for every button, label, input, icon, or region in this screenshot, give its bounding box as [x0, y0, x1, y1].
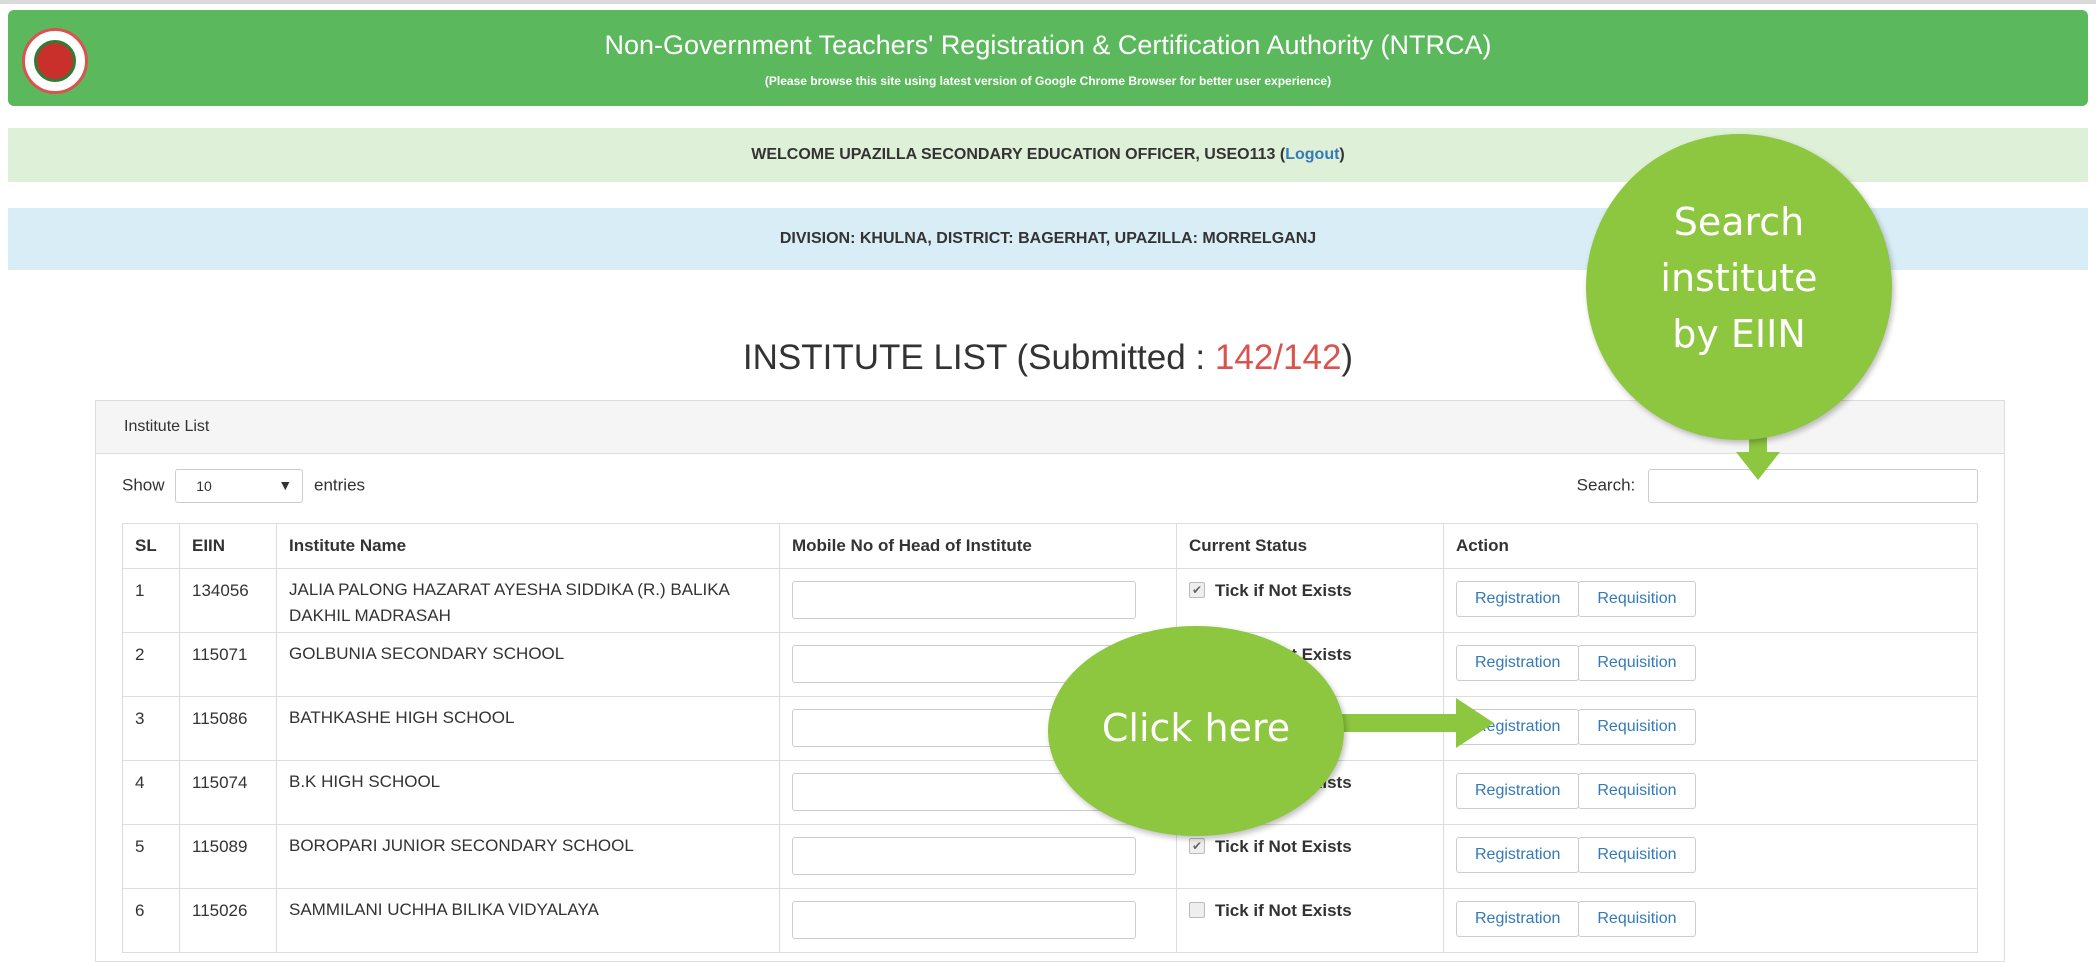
header-title: Non-Government Teachers' Registration & …: [604, 30, 1492, 60]
row-eiin: 115071: [179, 632, 277, 697]
entries-label: entries: [314, 475, 366, 495]
col-sl[interactable]: SL: [122, 523, 180, 569]
not-exists-checkbox[interactable]: ✔: [1189, 581, 1205, 598]
search-callout: Search institute by EIIN: [1586, 134, 1892, 440]
page-title-suffix: ): [1341, 338, 1354, 377]
row-eiin: 115026: [179, 888, 277, 953]
col-action[interactable]: Action: [1443, 523, 1978, 569]
not-exists-checkbox[interactable]: ✔: [1189, 837, 1205, 854]
entries-value: 10: [196, 478, 212, 494]
col-current-status[interactable]: Current Status: [1176, 523, 1444, 569]
row-mobile-cell: [779, 888, 1177, 953]
row-institute-name: GOLBUNIA SECONDARY SCHOOL: [276, 632, 780, 697]
submitted-count: 142/142: [1214, 338, 1342, 377]
registration-button[interactable]: Registration: [1456, 901, 1580, 937]
status-label: Tick if Not Exists: [1215, 581, 1352, 600]
row-eiin: 115074: [179, 760, 277, 825]
row-institute-name: BATHKASHE HIGH SCHOOL: [276, 696, 780, 761]
mobile-input[interactable]: [792, 581, 1136, 619]
row-status-cell: Tick if Not Exists: [1176, 888, 1444, 953]
status-label: Tick if Not Exists: [1215, 901, 1352, 920]
col-institute-name[interactable]: Institute Name: [276, 523, 780, 569]
row-sl: 1: [122, 568, 180, 633]
row-institute-name: SAMMILANI UCHHA BILIKA VIDYALAYA: [276, 888, 780, 953]
row-institute-name: BOROPARI JUNIOR SECONDARY SCHOOL: [276, 824, 780, 889]
site-header: Non-Government Teachers' Registration & …: [8, 10, 2088, 106]
requisition-button[interactable]: Requisition: [1578, 581, 1696, 617]
search-callout-line3: by EIIN: [1672, 312, 1806, 356]
click-here-label: Click here: [1101, 706, 1291, 750]
requisition-button[interactable]: Requisition: [1578, 709, 1696, 745]
row-institute-name: B.K HIGH SCHOOL: [276, 760, 780, 825]
entries-control: Show 10 ▼ entries: [122, 469, 365, 503]
header-subtitle: (Please browse this site using latest ve…: [764, 74, 1332, 88]
not-exists-checkbox[interactable]: [1189, 901, 1205, 918]
row-action-cell: Registration Requisition: [1443, 568, 1978, 633]
search-input[interactable]: [1648, 469, 1978, 503]
requisition-button[interactable]: Requisition: [1578, 773, 1696, 809]
row-mobile-cell: [779, 568, 1177, 633]
mobile-input[interactable]: [792, 837, 1136, 875]
requisition-button[interactable]: Requisition: [1578, 901, 1696, 937]
table-row: 2115071GOLBUNIA SECONDARY SCHOOL✔Tick if…: [122, 632, 1978, 697]
row-mobile-cell: [779, 824, 1177, 889]
logout-link[interactable]: Logout: [1285, 146, 1339, 163]
search-callout-line1: Search: [1673, 200, 1805, 244]
row-action-cell: Registration Requisition: [1443, 888, 1978, 953]
col-eiin[interactable]: EIIN: [179, 523, 277, 569]
search-label: Search:: [1576, 475, 1636, 495]
registration-button[interactable]: Registration: [1456, 645, 1580, 681]
mobile-input[interactable]: [792, 901, 1136, 939]
table-header-row: SL EIIN Institute Name Mobile No of Head…: [122, 523, 1978, 569]
search-callout-line2: institute: [1660, 256, 1818, 300]
row-action-cell: Registration Requisition: [1443, 696, 1978, 761]
row-status-cell: ✔ Tick if Not Exists: [1176, 568, 1444, 633]
row-eiin: 134056: [179, 568, 277, 633]
status-label: Tick if Not Exists: [1215, 837, 1352, 856]
row-institute-name: JALIA PALONG HAZARAT AYESHA SIDDIKA (R.)…: [276, 568, 780, 633]
row-eiin: 115089: [179, 824, 277, 889]
row-sl: 2: [122, 632, 180, 697]
table-row: 4115074B.K HIGH SCHOOL✔Tick if Not Exist…: [122, 760, 1978, 825]
welcome-close: ): [1339, 146, 1345, 163]
requisition-button[interactable]: Requisition: [1578, 837, 1696, 873]
chevron-down-icon: ▼: [278, 477, 293, 493]
row-sl: 5: [122, 824, 180, 889]
arrow-right-icon: [1330, 698, 1494, 748]
table-row: 5 115089 BOROPARI JUNIOR SECONDARY SCHOOL ✔…: [122, 824, 1978, 889]
row-action-cell: Registration Requisition: [1443, 760, 1978, 825]
top-border: [0, 0, 2096, 4]
table-row: 1 134056 JALIA PALONG HAZARAT AYESHA SIDDI…: [122, 568, 1978, 633]
table-row: 6 115026 SAMMILANI UCHHA BILIKA VIDYALAYA T…: [122, 888, 1978, 953]
institute-list-panel: Institute List Show 10 ▼ entries Search:…: [95, 400, 2005, 962]
registration-button[interactable]: Registration: [1456, 837, 1580, 873]
requisition-button[interactable]: Requisition: [1578, 645, 1696, 681]
row-sl: 4: [122, 760, 180, 825]
click-here-callout: Click here: [1048, 626, 1344, 836]
row-action-cell: Registration Requisition: [1443, 632, 1978, 697]
registration-button[interactable]: Registration: [1456, 581, 1580, 617]
welcome-text: WELCOME UPAZILLA SECONDARY EDUCATION OFF…: [751, 146, 1286, 163]
row-sl: 3: [122, 696, 180, 761]
row-eiin: 115086: [179, 696, 277, 761]
col-mobile[interactable]: Mobile No of Head of Institute: [779, 523, 1177, 569]
entries-select[interactable]: 10 ▼: [175, 469, 304, 503]
show-label: Show: [122, 475, 165, 495]
row-sl: 6: [122, 888, 180, 953]
registration-button[interactable]: Registration: [1456, 773, 1580, 809]
page-title-prefix: INSTITUTE LIST (Submitted :: [742, 338, 1215, 377]
row-action-cell: Registration Requisition: [1443, 824, 1978, 889]
